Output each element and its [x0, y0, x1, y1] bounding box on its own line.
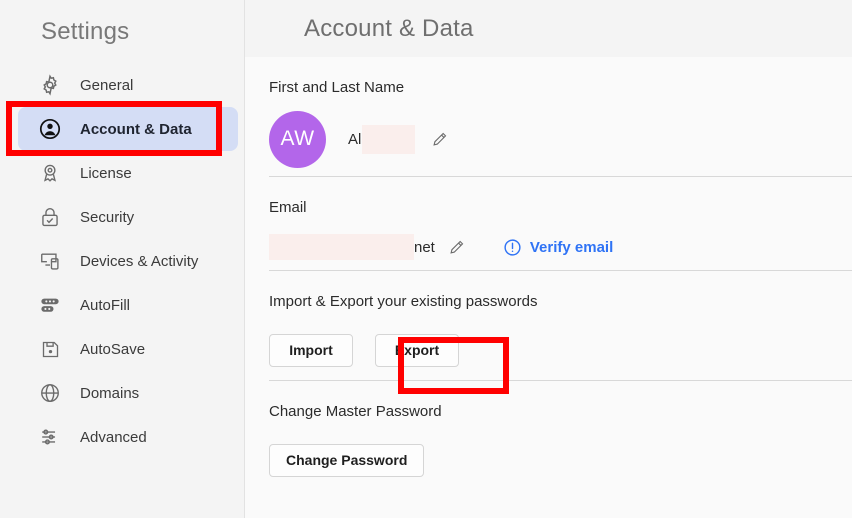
- pencil-icon[interactable]: [447, 237, 467, 257]
- name-value-prefix: Al: [348, 130, 362, 148]
- sidebar-item-autofill[interactable]: AutoFill: [18, 283, 238, 327]
- change-password-button[interactable]: Change Password: [269, 443, 425, 477]
- sidebar-item-security[interactable]: Security: [18, 195, 238, 239]
- section-import-export: Import & Export your existing passwords …: [269, 271, 852, 381]
- change-password-button-row: Change Password: [269, 422, 852, 490]
- sidebar-item-label: License: [80, 164, 132, 182]
- sidebar-item-domains[interactable]: Domains: [18, 371, 238, 415]
- sidebar: Settings General Account & Data License …: [0, 0, 245, 518]
- section-email: Email net Verify email: [269, 177, 852, 271]
- email-value-suffix: net: [414, 238, 435, 256]
- avatar: AW: [269, 110, 326, 168]
- sidebar-item-advanced[interactable]: Advanced: [18, 415, 238, 459]
- floppy-disk-icon: [37, 336, 63, 362]
- section-label-name: First and Last Name: [269, 79, 405, 96]
- sidebar-title: Settings: [41, 18, 130, 45]
- sidebar-item-general[interactable]: General: [18, 63, 238, 107]
- section-label-change-password: Change Master Password: [269, 403, 442, 420]
- verify-email-link[interactable]: Verify email: [503, 238, 613, 257]
- sidebar-item-account-and-data[interactable]: Account & Data: [18, 107, 238, 151]
- sidebar-item-label: Domains: [80, 384, 140, 402]
- exclamation-circle-icon: [503, 238, 522, 257]
- name-value: Al: [348, 124, 449, 154]
- account-circle-icon: [37, 116, 63, 142]
- main-header: Account & Data: [245, 0, 852, 57]
- autofill-icon: [37, 292, 63, 318]
- sidebar-item-label: Security: [80, 208, 135, 226]
- award-ribbon-icon: [37, 160, 63, 186]
- pencil-icon[interactable]: [429, 129, 449, 149]
- export-button[interactable]: Export: [375, 333, 459, 367]
- sidebar-item-label: General: [80, 76, 134, 94]
- section-label-import-export: Import & Export your existing passwords: [269, 293, 538, 310]
- verify-email-label: Verify email: [529, 238, 614, 256]
- devices-icon: [37, 248, 63, 274]
- sidebar-nav: General Account & Data License Security …: [0, 63, 244, 459]
- sidebar-item-label: AutoSave: [80, 340, 146, 358]
- page-title: Account & Data: [304, 14, 474, 42]
- sidebar-item-autosave[interactable]: AutoSave: [18, 327, 238, 371]
- email-redaction: [269, 234, 414, 260]
- sliders-icon: [37, 424, 63, 450]
- padlock-check-icon: [37, 204, 63, 230]
- sidebar-item-license[interactable]: License: [18, 151, 238, 195]
- name-redaction: [362, 124, 416, 154]
- section-name: First and Last Name AW Al: [269, 57, 852, 177]
- settings-window: Settings General Account & Data License …: [0, 0, 852, 518]
- settings-content: First and Last Name AW Al Email net Veri…: [245, 57, 852, 490]
- sidebar-item-label: Devices & Activity: [80, 252, 199, 270]
- sidebar-item-label: AutoFill: [80, 296, 131, 314]
- import-export-button-row: Import Export: [269, 312, 852, 380]
- email-row: net Verify email: [269, 218, 852, 270]
- name-row: AW Al: [269, 98, 852, 176]
- sidebar-item-label: Advanced: [80, 428, 147, 446]
- sidebar-item-label: Account & Data: [80, 120, 192, 138]
- gear-icon: [37, 72, 63, 98]
- import-button[interactable]: Import: [269, 333, 353, 367]
- section-label-email: Email: [269, 199, 307, 216]
- sidebar-item-devices-and-activity[interactable]: Devices & Activity: [18, 239, 238, 283]
- email-value: net: [269, 234, 467, 260]
- section-change-password: Change Master Password Change Password: [269, 381, 852, 490]
- globe-icon: [37, 380, 63, 406]
- main-panel: Account & Data First and Last Name AW Al: [245, 0, 852, 518]
